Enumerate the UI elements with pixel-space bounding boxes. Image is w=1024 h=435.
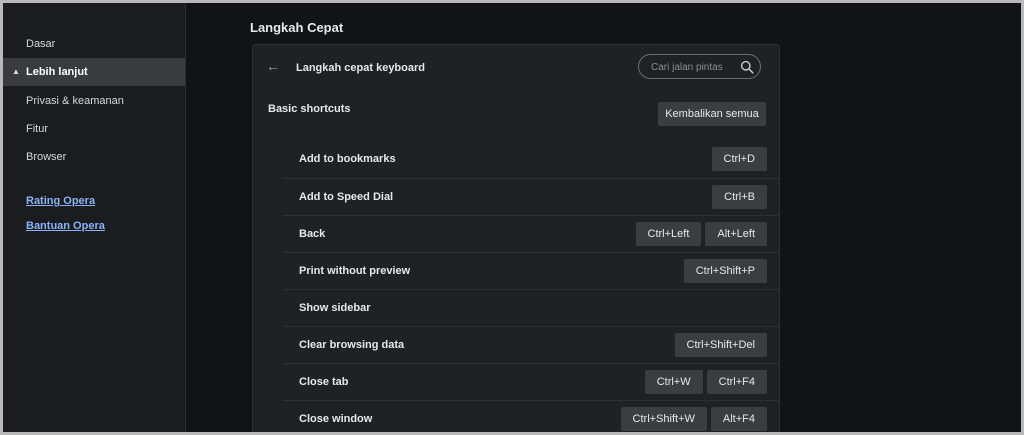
reset-all-button[interactable]: Kembalikan semua: [658, 102, 766, 126]
shortcut-label: Close window: [299, 413, 373, 425]
shortcut-label: Close tab: [299, 376, 349, 388]
section-title: Basic shortcuts: [268, 103, 351, 115]
shortcut-row: Clear browsing data Ctrl+Shift+Del: [283, 326, 779, 363]
bantuan-opera-link[interactable]: Bantuan Opera: [26, 220, 105, 232]
sidebar-item-label: Lebih lanjut: [26, 66, 88, 78]
caret-up-icon: ▲: [12, 67, 20, 76]
sidebar-item-browser[interactable]: Browser: [3, 143, 185, 171]
shortcut-key-button[interactable]: Alt+Left: [705, 222, 767, 246]
shortcuts-panel: ← Langkah cepat keyboard Basic shortcuts…: [252, 44, 780, 432]
sidebar-item-label: Fitur: [26, 123, 48, 135]
shortcut-key-button[interactable]: Ctrl+F4: [706, 370, 767, 394]
shortcut-key-button[interactable]: Ctrl+D: [711, 147, 767, 171]
sidebar-item-label: Browser: [26, 151, 67, 163]
shortcut-row: Print without preview Ctrl+Shift+P: [283, 252, 779, 289]
shortcut-key-button[interactable]: Ctrl+Shift+W: [620, 407, 707, 431]
shortcut-row: Add to bookmarks Ctrl+D: [283, 141, 779, 178]
shortcut-row: Back Ctrl+Left Alt+Left: [283, 215, 779, 252]
page-title: Langkah Cepat: [250, 20, 344, 35]
search-box[interactable]: [638, 54, 761, 79]
shortcut-row: Add to Speed Dial Ctrl+B: [283, 178, 779, 215]
shortcut-label: Show sidebar: [299, 302, 371, 314]
shortcut-row: Close window Ctrl+Shift+W Alt+F4: [283, 400, 779, 432]
shortcut-row: Close tab Ctrl+W Ctrl+F4: [283, 363, 779, 400]
shortcut-row: Show sidebar: [283, 289, 779, 326]
panel-title: Langkah cepat keyboard: [296, 62, 425, 74]
shortcut-key-button[interactable]: Ctrl+B: [712, 185, 767, 209]
shortcut-label: Clear browsing data: [299, 339, 405, 351]
rating-opera-link[interactable]: Rating Opera: [26, 195, 95, 207]
shortcut-label: Back: [299, 228, 326, 240]
sidebar-item-dasar[interactable]: Dasar: [3, 30, 185, 58]
sidebar-item-label: Dasar: [26, 38, 56, 50]
sidebar-item-fitur[interactable]: Fitur: [3, 115, 185, 143]
shortcut-label: Add to bookmarks: [299, 153, 396, 165]
shortcut-key-button[interactable]: Ctrl+Shift+P: [683, 259, 767, 283]
shortcut-key-button[interactable]: Alt+F4: [710, 407, 767, 431]
sidebar: Dasar ▲ Lebih lanjut Privasi & keamanan …: [3, 3, 186, 432]
sidebar-item-lebih-lanjut[interactable]: ▲ Lebih lanjut: [3, 58, 185, 86]
shortcut-label: Add to Speed Dial: [299, 191, 394, 203]
shortcut-key-button[interactable]: Ctrl+Shift+Del: [674, 333, 767, 357]
sidebar-item-privasi[interactable]: Privasi & keamanan: [3, 87, 185, 115]
search-input[interactable]: [649, 59, 743, 76]
shortcut-key-button[interactable]: Ctrl+Left: [635, 222, 702, 246]
search-icon[interactable]: [740, 60, 754, 74]
settings-window: Dasar ▲ Lebih lanjut Privasi & keamanan …: [3, 3, 1021, 432]
shortcut-label: Print without preview: [299, 265, 411, 277]
shortcut-key-button[interactable]: Ctrl+W: [644, 370, 703, 394]
sidebar-item-label: Privasi & keamanan: [26, 95, 124, 107]
arrow-left-icon[interactable]: ←: [265, 58, 281, 74]
